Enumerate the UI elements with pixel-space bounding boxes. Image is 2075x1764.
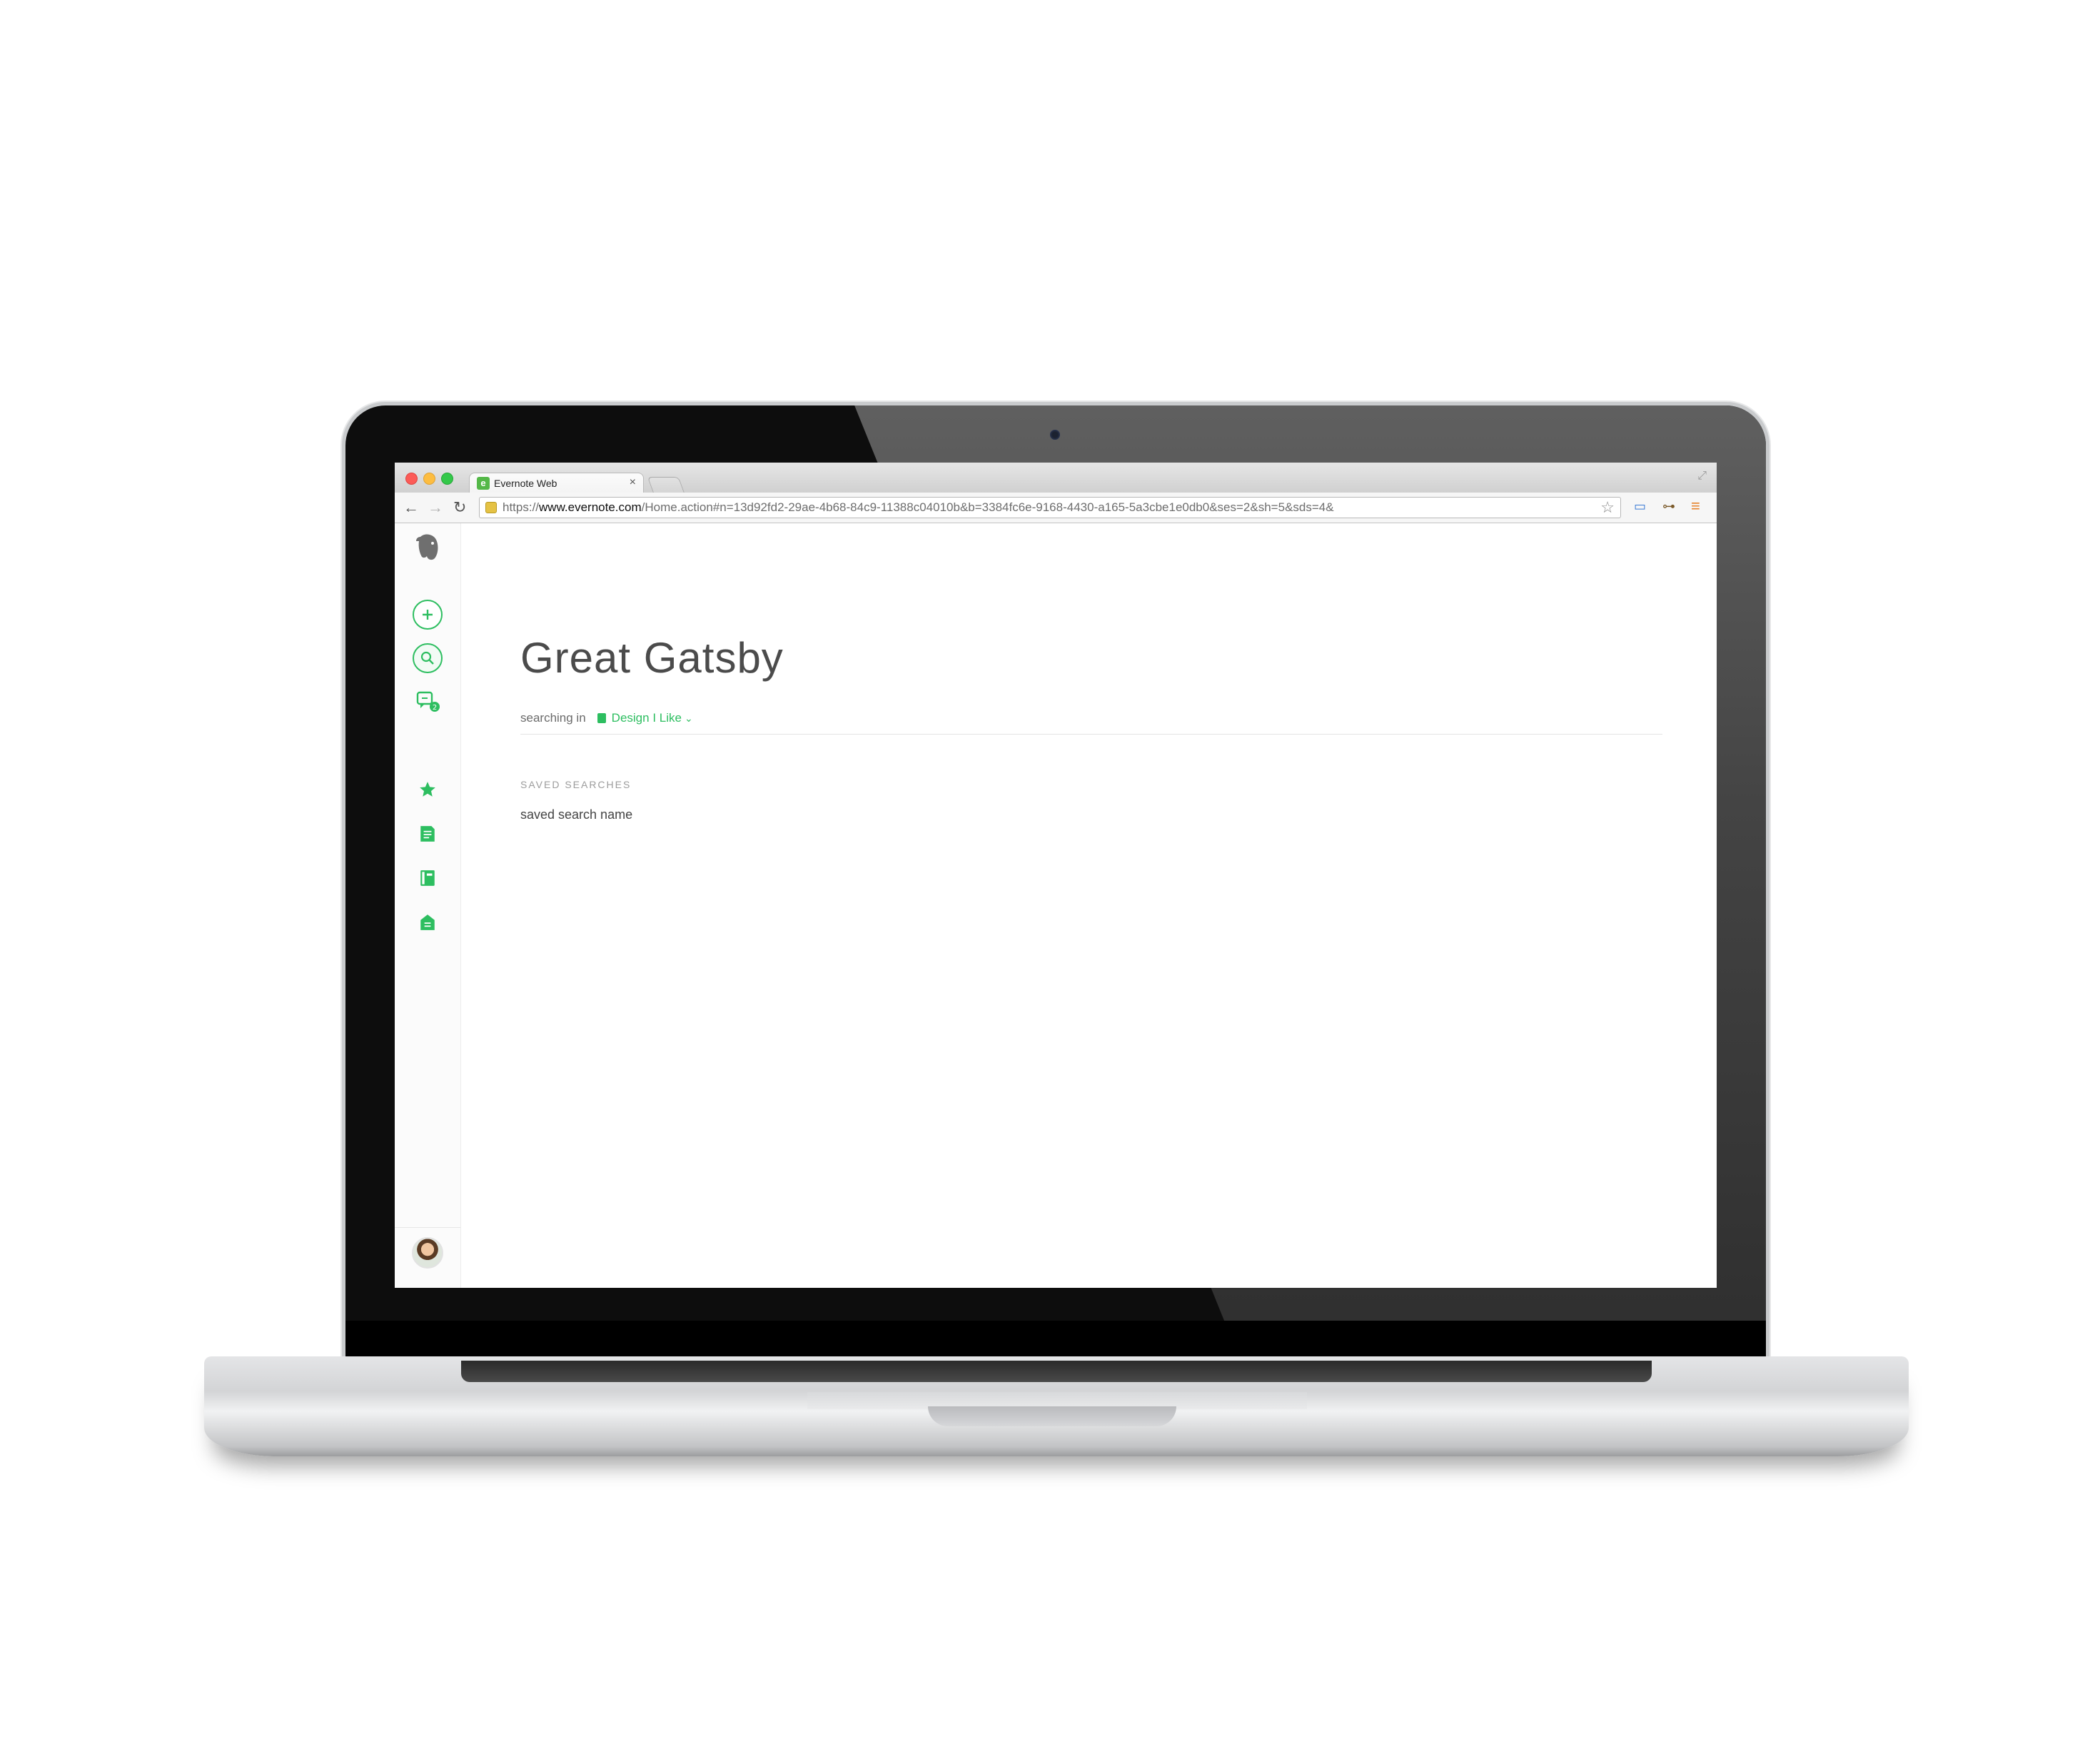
svg-text:2: 2 bbox=[433, 704, 437, 712]
saved-search-item[interactable]: saved search name bbox=[520, 807, 632, 822]
lock-icon bbox=[485, 502, 497, 513]
browser-tab-evernote[interactable]: e Evernote Web × bbox=[469, 473, 644, 493]
divider bbox=[520, 734, 1662, 735]
browser-toolbar: ← → ↻ https://www.evernote.com/Home.acti… bbox=[395, 493, 1717, 523]
notebook-scope-dropdown[interactable]: Design I Like ⌄ bbox=[597, 711, 693, 725]
shortcuts-button[interactable] bbox=[411, 773, 444, 806]
evernote-app: 2 Great Gatsby searching in Design I Lik… bbox=[395, 523, 1717, 1288]
search-button[interactable] bbox=[411, 642, 444, 675]
keyboard-strip bbox=[461, 1361, 1652, 1382]
notebooks-button[interactable] bbox=[411, 862, 444, 894]
url-scheme: https:// bbox=[503, 500, 540, 514]
close-window-button[interactable] bbox=[405, 473, 418, 485]
url-host: www.evernote.com bbox=[539, 500, 642, 514]
camera-icon bbox=[1050, 430, 1060, 440]
sidebar-rail: 2 bbox=[395, 523, 461, 1288]
new-tab-button[interactable] bbox=[647, 477, 685, 493]
page-title: Great Gatsby bbox=[520, 634, 784, 682]
chat-icon: 2 bbox=[416, 691, 440, 712]
zoom-window-button[interactable] bbox=[441, 473, 453, 485]
url-path: /Home.action#n=13d92fd2-29ae-4b68-84c9-1… bbox=[641, 500, 1334, 514]
search-icon bbox=[413, 643, 443, 673]
bookmark-star-icon[interactable]: ☆ bbox=[1600, 498, 1615, 517]
address-bar[interactable]: https://www.evernote.com/Home.action#n=1… bbox=[479, 497, 1621, 518]
tags-button[interactable] bbox=[411, 906, 444, 939]
url-text: https://www.evernote.com/Home.action#n=1… bbox=[503, 500, 1334, 515]
back-arrow-icon[interactable]: ← bbox=[403, 498, 419, 517]
searching-in-label: searching in bbox=[520, 711, 586, 725]
sidebar-divider bbox=[395, 1227, 460, 1228]
tag-icon bbox=[420, 914, 435, 930]
tab-close-icon[interactable]: × bbox=[630, 476, 636, 489]
search-scope: searching in Design I Like ⌄ bbox=[520, 711, 693, 725]
notes-button[interactable] bbox=[411, 817, 444, 850]
avatar[interactable] bbox=[412, 1237, 443, 1269]
saved-searches-heading: SAVED SEARCHES bbox=[520, 779, 632, 790]
opening-notch bbox=[928, 1406, 1176, 1426]
scope-notebook-name: Design I Like bbox=[611, 711, 682, 725]
work-chat-button[interactable]: 2 bbox=[411, 686, 444, 719]
tab-title: Evernote Web bbox=[494, 477, 557, 489]
star-icon bbox=[420, 782, 435, 797]
new-note-button[interactable] bbox=[411, 598, 444, 631]
browser-tabbar: e Evernote Web × ⤢ bbox=[395, 463, 1717, 493]
forward-arrow-icon[interactable]: → bbox=[428, 498, 443, 517]
notebook-icon bbox=[420, 870, 435, 886]
screen: e Evernote Web × ⤢ ← → ↻ https://www.eve… bbox=[395, 463, 1717, 1288]
chevron-down-icon: ⌄ bbox=[684, 712, 693, 724]
note-icon bbox=[420, 826, 435, 842]
evernote-favicon-icon: e bbox=[477, 476, 490, 490]
cast-extension-icon[interactable]: ▭ bbox=[1634, 499, 1646, 514]
notebook-icon bbox=[597, 713, 606, 723]
browser-menu-icon[interactable]: ≡ bbox=[1691, 497, 1700, 515]
reload-icon[interactable]: ↻ bbox=[453, 498, 466, 517]
laptop-base bbox=[204, 1356, 1909, 1456]
minimize-window-button[interactable] bbox=[423, 473, 435, 485]
glasses-extension-icon[interactable]: ⊶ bbox=[1662, 499, 1675, 514]
elephant-logo-icon[interactable] bbox=[411, 530, 444, 563]
fullscreen-icon[interactable]: ⤢ bbox=[1697, 470, 1707, 483]
plus-icon bbox=[413, 600, 443, 630]
